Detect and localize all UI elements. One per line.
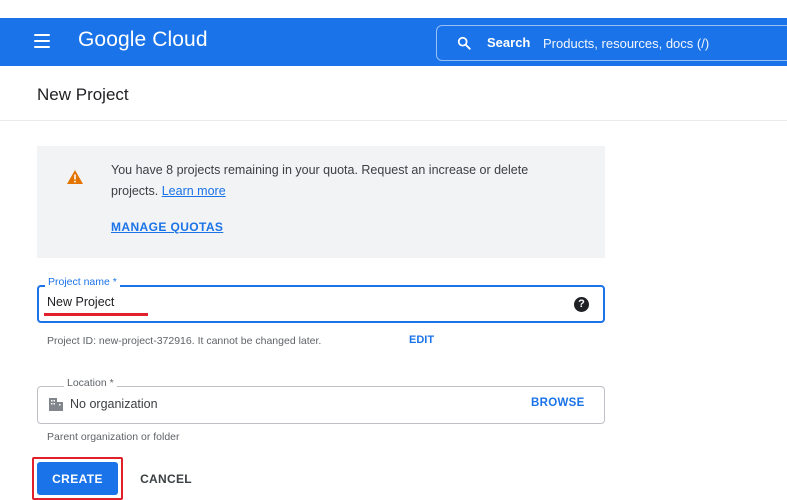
edit-project-id-link[interactable]: EDIT — [409, 334, 434, 346]
top-spacer — [0, 0, 787, 18]
browse-button[interactable]: BROWSE — [531, 397, 585, 409]
manage-quotas-link[interactable]: MANAGE QUOTAS — [111, 220, 223, 234]
menu-icon[interactable] — [34, 34, 50, 48]
create-button[interactable]: CREATE — [37, 462, 118, 495]
search-box[interactable]: Search — [436, 25, 787, 61]
help-icon[interactable]: ? — [574, 297, 589, 312]
project-name-label: Project name * — [45, 276, 120, 288]
quota-message: You have 8 projects remaining in your qu… — [111, 160, 571, 202]
warning-icon — [67, 170, 83, 184]
building-icon — [49, 398, 63, 411]
location-label: Location * — [64, 377, 117, 389]
page-title: New Project — [37, 85, 129, 104]
learn-more-link[interactable]: Learn more — [162, 184, 226, 198]
brand-logo-text[interactable]: Google Cloud — [78, 28, 208, 52]
cancel-button[interactable]: CANCEL — [130, 462, 202, 495]
red-underline-annotation — [44, 313, 148, 316]
project-id-text: Project ID: new-project-372916. It canno… — [47, 335, 322, 347]
search-label: Search — [487, 35, 531, 50]
location-helper-text: Parent organization or folder — [47, 431, 180, 443]
search-input[interactable] — [543, 30, 787, 56]
title-divider — [0, 120, 787, 121]
location-value: No organization — [70, 397, 158, 411]
project-name-input[interactable] — [47, 293, 527, 311]
search-icon — [457, 36, 471, 50]
